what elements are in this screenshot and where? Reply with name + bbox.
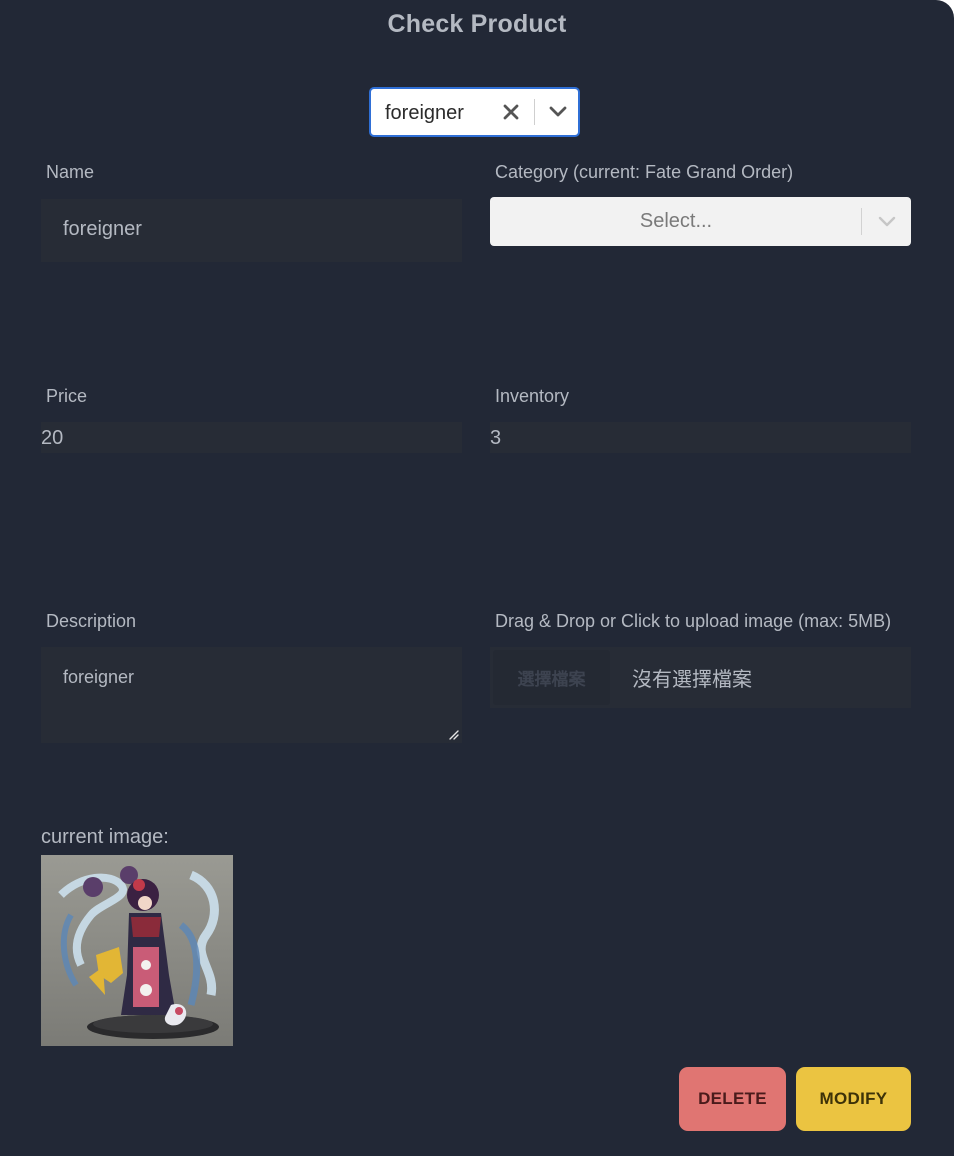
category-placeholder: Select... — [639, 210, 713, 232]
category-label: Category (current: Fate Grand Order) — [495, 162, 794, 182]
name-field[interactable]: foreigner — [41, 199, 462, 262]
inventory-label: Inventory — [495, 386, 570, 406]
choose-file-button[interactable]: 選擇檔案 — [493, 650, 610, 705]
upload-label: Drag & Drop or Click to upload image (ma… — [495, 611, 892, 631]
inventory-field-value: 3 — [490, 427, 502, 449]
price-field-value: 20 — [41, 427, 64, 449]
select-separator — [861, 208, 862, 235]
name-field-value: foreigner — [63, 218, 142, 240]
file-status-text: 沒有選擇檔案 — [632, 669, 752, 691]
modify-button[interactable]: MODIFY — [796, 1067, 911, 1131]
check-product-panel: Check Product foreigner Name foreigner C… — [0, 0, 954, 1156]
name-label: Name — [46, 162, 95, 182]
x-icon[interactable] — [499, 99, 523, 125]
select-separator — [534, 99, 535, 125]
description-textarea[interactable]: foreigner — [41, 647, 462, 743]
current-image-label: current image: — [41, 826, 169, 848]
description-label: Description — [46, 611, 137, 631]
page-title: Check Product — [387, 10, 567, 38]
product-select-value: foreigner — [385, 102, 464, 124]
product-select[interactable]: foreigner — [369, 87, 580, 137]
category-select[interactable]: Select... — [490, 197, 911, 246]
file-upload-input[interactable]: 選擇檔案 沒有選擇檔案 — [490, 647, 911, 708]
chevron-down-icon[interactable] — [874, 208, 900, 235]
price-field[interactable]: 20 — [41, 422, 462, 453]
description-value: foreigner — [63, 667, 135, 687]
product-image — [41, 855, 233, 1046]
resize-grip-icon[interactable] — [447, 728, 459, 740]
price-label: Price — [46, 386, 88, 406]
inventory-field[interactable]: 3 — [490, 422, 911, 453]
delete-button[interactable]: DELETE — [679, 1067, 786, 1131]
chevron-down-icon[interactable] — [545, 99, 571, 125]
